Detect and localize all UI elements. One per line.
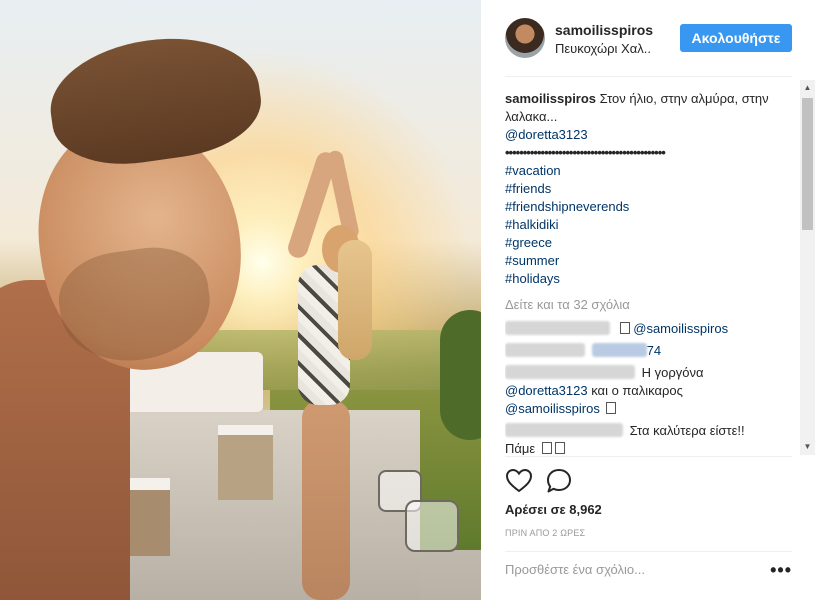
comment-mention[interactable]: @doretta3123 [505, 383, 588, 398]
blurred-username[interactable] [505, 423, 623, 437]
photo-man [0, 25, 268, 600]
likes-count[interactable]: Αρέσει σε 8,962 [505, 502, 602, 517]
comment-text: Πάμε [505, 441, 536, 455]
hashtag-link[interactable]: #halkidiki [505, 216, 795, 234]
comments-scrollbar[interactable]: ▲ ▼ [800, 80, 815, 455]
comment-text: Η γοργόνα [641, 365, 704, 380]
hashtag-link[interactable]: #holidays [505, 270, 795, 288]
hashtag-link[interactable]: #vacation [505, 162, 795, 180]
blurred-username[interactable] [505, 365, 635, 379]
blurred-mention[interactable] [591, 343, 647, 357]
emoji-placeholder-icon [619, 322, 630, 334]
comment-item: 74 [505, 342, 795, 360]
follow-button[interactable]: Ακολουθήστε [680, 24, 792, 52]
caption-divider: ••••••••••••••••••••••••••••••••••••••••… [505, 145, 666, 160]
caption-username[interactable]: samoilisspiros [505, 91, 596, 106]
photo-lantern [405, 500, 459, 552]
hashtag-link[interactable]: #summer [505, 252, 795, 270]
hashtag-link[interactable]: #friendshipneverends [505, 198, 795, 216]
photo-woman-legs [302, 400, 350, 600]
photo-bush [440, 310, 481, 440]
comment-icon[interactable] [545, 467, 573, 495]
post-photo[interactable] [0, 0, 481, 600]
comment-text: και ο παλικαρος [591, 383, 683, 398]
emoji-placeholder-icon [541, 442, 552, 454]
caption-mention[interactable]: @doretta3123 [505, 126, 795, 144]
hashtag-link[interactable]: #friends [505, 180, 795, 198]
scroll-up-icon[interactable]: ▲ [800, 80, 815, 96]
add-comment-input[interactable]: Προσθέστε ένα σχόλιο... [505, 562, 645, 577]
post-sidebar: samoilisspiros Πευκοχώρι Χαλ.. Ακολουθήσ… [481, 0, 815, 600]
comment-mention[interactable]: @samoilisspiros [633, 321, 728, 336]
caption: samoilisspiros Στον ήλιο, στην αλμύρα, σ… [505, 90, 795, 288]
comments-list[interactable]: samoilisspiros Στον ήλιο, στην αλμύρα, σ… [505, 90, 795, 455]
heart-icon[interactable] [505, 467, 533, 495]
photo-man-hair [42, 25, 268, 175]
post-timestamp[interactable]: ΠΡΙΝ ΑΠΟ 2 ΩΡΕΣ [505, 528, 585, 538]
comment-text: 74 [646, 343, 662, 358]
blurred-username[interactable] [505, 343, 585, 357]
emoji-placeholder-icon [606, 402, 617, 414]
comment-item: @samoilisspiros [505, 320, 795, 338]
location-link[interactable]: Πευκοχώρι Χαλ.. [555, 41, 651, 56]
ellipsis-icon[interactable]: ••• [770, 560, 792, 581]
comment-item: Στα καλύτερα είστε!! Πάμε [505, 422, 795, 455]
hashtag-link[interactable]: #greece [505, 234, 795, 252]
post-actions: Αρέσει σε 8,962 ΠΡΙΝ ΑΠΟ 2 ΩΡΕΣ Προσθέστ… [505, 456, 792, 587]
scrollbar-thumb[interactable] [802, 98, 813, 230]
comment-item: Η γοργόνα @doretta3123 και ο παλικαρος @… [505, 364, 795, 418]
avatar[interactable] [505, 18, 545, 58]
view-all-comments-link[interactable]: Δείτε και τα 32 σχόλια [505, 296, 795, 314]
scroll-down-icon[interactable]: ▼ [800, 439, 815, 455]
blurred-username[interactable] [505, 321, 610, 335]
photo-woman-hair [338, 240, 372, 360]
username-link[interactable]: samoilisspiros [555, 22, 653, 38]
emoji-placeholder-icon [554, 442, 565, 454]
comment-text: Στα καλύτερα είστε!! [629, 423, 745, 438]
add-comment-bar: Προσθέστε ένα σχόλιο... ••• [505, 551, 792, 588]
photo-woman [285, 149, 372, 600]
comment-mention[interactable]: @samoilisspiros [505, 401, 600, 416]
post-header: samoilisspiros Πευκοχώρι Χαλ.. Ακολουθήσ… [505, 16, 792, 77]
